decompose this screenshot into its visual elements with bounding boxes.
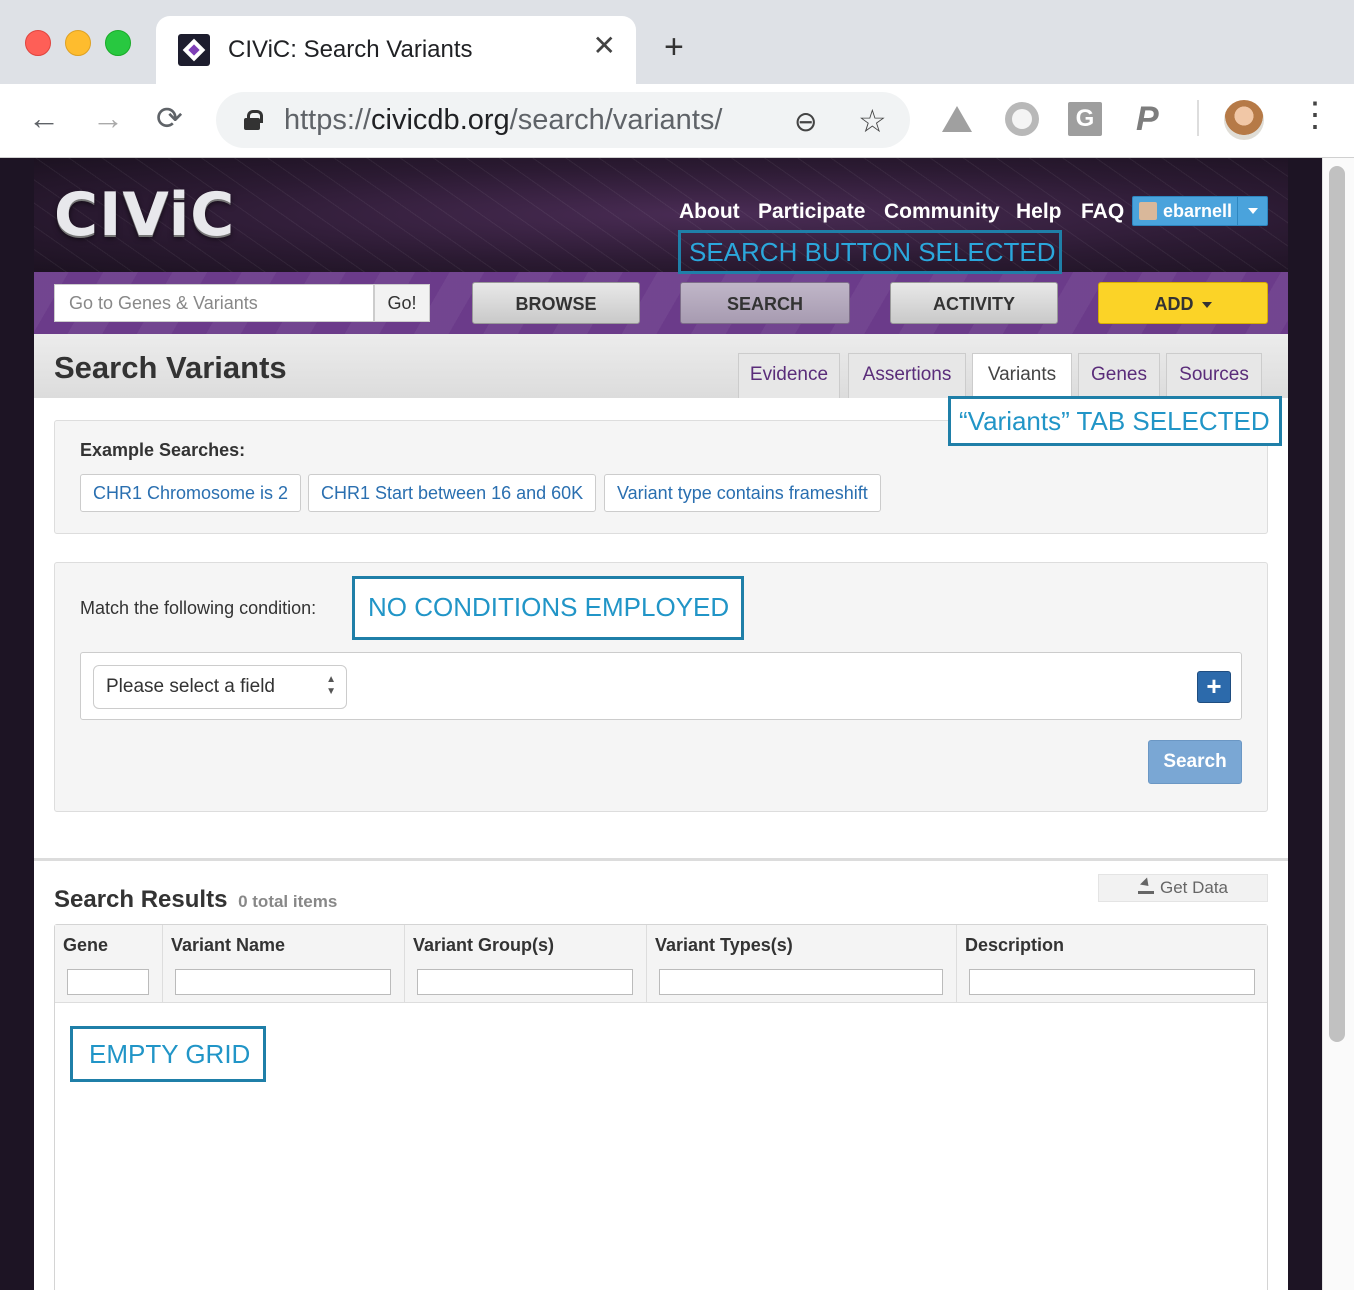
column-variant-name: Variant Name [163,925,405,1003]
back-arrow-icon[interactable]: ← [28,102,60,134]
example-searches-label: Example Searches: [80,440,246,460]
toolbar-separator [1197,100,1199,136]
browser-tab-title: CIViC: Search Variants [228,36,473,63]
get-data-button[interactable]: Get Data [1098,874,1268,902]
results-grid: Gene Variant Name Variant Group(s) Varia… [54,924,1268,1290]
chevron-down-icon[interactable] [1237,197,1267,225]
condition-label: Match the following condition: [80,598,317,618]
minimize-window-button[interactable] [65,30,91,56]
field-select-value: Please select a field [106,676,275,697]
run-search-button[interactable]: Search [1148,740,1242,784]
gene-filter-input[interactable] [67,969,149,995]
column-description: Description [957,925,1267,1003]
profile-avatar[interactable] [1224,100,1264,140]
scrollbar-thumb[interactable] [1329,166,1345,1042]
browse-button[interactable]: BROWSE [472,282,640,324]
search-button[interactable]: SEARCH [680,282,850,324]
close-tab-icon[interactable]: ✕ [593,32,616,60]
add-condition-button[interactable]: + [1197,671,1231,703]
add-button-label: ADD [1154,294,1194,314]
circle-extension-icon[interactable] [1005,102,1039,136]
new-tab-icon[interactable]: + [664,30,684,64]
reload-icon[interactable]: ⟳ [156,102,183,134]
grid-header: Gene Variant Name Variant Group(s) Varia… [55,925,1267,1003]
maximize-window-button[interactable] [105,30,131,56]
section-divider [34,858,1288,861]
column-variant-types: Variant Types(s) [647,925,957,1003]
nav-faq[interactable]: FAQ [1081,200,1124,224]
example-chip[interactable]: Variant type contains frameshift [604,474,881,512]
field-select[interactable]: Please select a field ▲ ▼ [93,665,347,709]
zoom-out-icon[interactable]: ⊖ [794,105,817,138]
address-bar[interactable]: https://civicdb.org/search/variants/ ⊖ ☆ [216,92,910,148]
nav-about[interactable]: About [679,200,740,224]
user-name: ebarnell [1163,201,1233,221]
go-button[interactable]: Go! [374,284,430,322]
page-title: Search Variants [54,350,287,385]
activity-button[interactable]: ACTIVITY [890,282,1058,324]
bookmark-star-icon[interactable]: ☆ [858,102,887,140]
example-chip[interactable]: CHR1 Start between 16 and 60K [308,474,597,512]
column-header[interactable]: Variant Types(s) [655,935,793,956]
tab-genes[interactable]: Genes [1078,353,1160,398]
tab-sources[interactable]: Sources [1166,353,1262,398]
tab-variants[interactable]: Variants [972,353,1072,398]
title-band: Search Variants Evidence Assertions Vari… [34,334,1288,398]
tab-assertions[interactable]: Assertions [848,353,966,398]
annotation-search-selected: SEARCH BUTTON SELECTED [678,230,1062,274]
select-arrows-icon: ▲ ▼ [326,674,336,697]
get-data-label: Get Data [1159,878,1229,897]
download-icon [1137,880,1154,894]
column-header[interactable]: Gene [63,935,108,956]
forward-arrow-icon[interactable]: → [92,102,124,134]
annotation-no-conditions: NO CONDITIONS EMPLOYED [352,576,744,640]
add-button[interactable]: ADD [1098,282,1268,324]
nav-participate[interactable]: Participate [758,200,865,224]
goto-search-input[interactable] [55,285,373,321]
description-filter-input[interactable] [969,969,1255,995]
paypal-extension-icon[interactable]: P [1136,102,1170,136]
user-avatar [1139,202,1157,220]
results-title: Search Results 0 total items [54,886,337,914]
caret-down-icon [1201,302,1212,309]
close-window-button[interactable] [25,30,51,56]
drive-extension-icon[interactable] [940,102,974,136]
url-text[interactable]: https://civicdb.org/search/variants/ [284,104,722,137]
condition-row: Please select a field ▲ ▼ + [80,652,1242,720]
browser-tab-strip: CIViC: Search Variants ✕ + [0,0,1354,84]
column-gene: Gene [55,925,163,1003]
column-header[interactable]: Variant Group(s) [413,935,554,956]
variant-types-filter-input[interactable] [659,969,943,995]
main-navbar: Go! BROWSE SEARCH ACTIVITY ADD [34,272,1288,334]
variant-groups-filter-input[interactable] [417,969,633,995]
column-variant-groups: Variant Group(s) [405,925,647,1003]
column-header[interactable]: Variant Name [171,935,285,956]
example-chip[interactable]: CHR1 Chromosome is 2 [80,474,302,512]
column-header[interactable]: Description [965,935,1064,956]
annotation-variants-tab: “Variants” TAB SELECTED [948,396,1282,446]
nav-community[interactable]: Community [884,200,1000,224]
grammar-extension-icon[interactable]: G [1068,102,1102,136]
browser-menu-icon[interactable]: ⋮ [1298,98,1332,132]
civic-favicon-icon [178,34,210,66]
goto-search-box[interactable] [54,284,374,322]
browser-tab[interactable]: CIViC: Search Variants ✕ [156,16,636,84]
variant-name-filter-input[interactable] [175,969,391,995]
results-count: 0 total items [238,892,338,911]
lock-icon [244,110,263,130]
civic-page: CIViC About Participate Community Help F… [34,158,1288,1290]
results-title-text: Search Results [54,886,228,913]
site-header: CIViC About Participate Community Help F… [34,158,1288,272]
civic-logo[interactable]: CIViC [54,180,235,250]
user-menu-button[interactable]: ebarnell [1132,196,1268,226]
annotation-empty-grid: EMPTY GRID [70,1026,266,1082]
tab-evidence[interactable]: Evidence [738,353,840,398]
nav-help[interactable]: Help [1016,200,1062,224]
